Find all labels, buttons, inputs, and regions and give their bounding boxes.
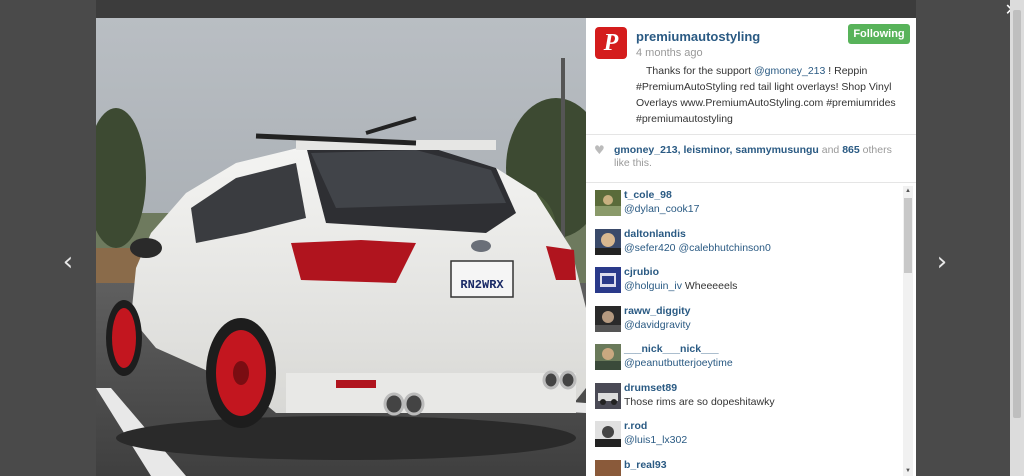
next-arrow-icon[interactable]: ›	[932, 248, 952, 276]
comment-text: @sefer420 @calebhutchinson0	[624, 241, 916, 256]
comment-item: b_real93	[586, 454, 916, 476]
avatar[interactable]	[595, 421, 621, 447]
likers-names[interactable]: gmoney_213, leisminor, sammymusungu	[614, 144, 819, 156]
post-caption: Thanks for the support @gmoney_213 ! Rep…	[636, 63, 908, 127]
comment-item: drumset89 Those rims are so dopeshitawky	[586, 377, 916, 416]
comment-text: @luis1_lx302	[624, 433, 916, 448]
comment-item: cjrubio @holguin_iv Wheeeeels	[586, 261, 916, 300]
page-scrollbar[interactable]	[1010, 0, 1024, 476]
comment-mention[interactable]: @peanutbutterjoeytime	[624, 357, 733, 369]
backdrop-strip	[96, 0, 916, 18]
comment-text: @peanutbutterjoeytime	[624, 356, 916, 371]
comment-mention[interactable]: @sefer420 @calebhutchinson0	[624, 242, 771, 254]
comment-username[interactable]: cjrubio	[624, 265, 916, 279]
heart-icon[interactable]: ♥	[594, 144, 605, 157]
avatar[interactable]	[595, 382, 621, 409]
comment-username[interactable]: t_cole_98	[624, 188, 916, 202]
comment-text: @davidgravity	[624, 318, 916, 333]
avatar[interactable]	[595, 459, 621, 476]
comment-item: r.rod @luis1_lx302	[586, 415, 916, 454]
likes-count[interactable]: 865	[842, 144, 860, 156]
post-header: P premiumautostyling 4 months ago Follow…	[586, 18, 916, 135]
likes-and: and	[818, 144, 843, 156]
comment-text: @holguin_iv Wheeeeels	[624, 279, 916, 294]
comments-list: t_cole_98 @dylan_cook17 daltonlandis @se…	[586, 184, 916, 476]
comment-username[interactable]: raww_diggity	[624, 304, 916, 318]
following-button[interactable]: Following	[848, 24, 910, 44]
premium-auto-styling-logo-icon[interactable]: P	[595, 27, 627, 59]
comment-mention[interactable]: @holguin_iv	[624, 280, 682, 292]
comment-mention[interactable]: @davidgravity	[624, 319, 691, 331]
comment-text: Those rims are so dopeshitawky	[624, 395, 916, 410]
comment-item: ___nick___nick___ @peanutbutterjoeytime	[586, 338, 916, 377]
comments-scrollbar-thumb[interactable]	[904, 198, 912, 273]
avatar[interactable]	[595, 305, 621, 332]
comment-username[interactable]: b_real93	[624, 458, 916, 472]
license-plate-text: RN2WRX	[460, 278, 504, 292]
avatar[interactable]	[595, 228, 621, 255]
previous-arrow-icon[interactable]: ‹	[58, 248, 78, 276]
post-sidebar: P premiumautostyling 4 months ago Follow…	[586, 18, 916, 476]
comment-mention[interactable]: @luis1_lx302	[624, 434, 687, 446]
comment-mention[interactable]: @dylan_cook17	[624, 203, 699, 215]
caption-lead: Thanks for the support	[646, 65, 754, 77]
comment-item: t_cole_98 @dylan_cook17	[586, 184, 916, 223]
comment-item: raww_diggity @davidgravity	[586, 300, 916, 339]
caption-mention[interactable]: @gmoney_213	[754, 65, 825, 77]
page-scrollbar-thumb[interactable]	[1013, 10, 1021, 418]
likes-summary: ♥ gmoney_213, leisminor, sammymusungu an…	[586, 135, 916, 183]
avatar[interactable]	[595, 344, 621, 370]
photo-modal: RN2WRX P premiumautostyling 4 months ago…	[96, 18, 916, 476]
comment-body: Those rims are so dopeshitawky	[624, 395, 775, 408]
post-photo: RN2WRX	[96, 18, 586, 476]
avatar[interactable]	[595, 267, 621, 293]
comment-item: daltonlandis @sefer420 @calebhutchinson0	[586, 223, 916, 262]
comment-username[interactable]: ___nick___nick___	[624, 342, 916, 356]
scroll-down-icon[interactable]: ▼	[904, 467, 912, 475]
comment-text: @dylan_cook17	[624, 202, 916, 217]
scroll-up-icon[interactable]: ▲	[904, 187, 912, 195]
comment-username[interactable]: daltonlandis	[624, 227, 916, 241]
comment-username[interactable]: r.rod	[624, 419, 916, 433]
comment-username[interactable]: drumset89	[624, 381, 916, 395]
post-time[interactable]: 4 months ago	[636, 47, 908, 59]
avatar[interactable]	[595, 190, 621, 216]
comment-body: Wheeeeels	[681, 280, 738, 292]
comments-scrollbar[interactable]: ▲ ▼	[903, 186, 913, 476]
